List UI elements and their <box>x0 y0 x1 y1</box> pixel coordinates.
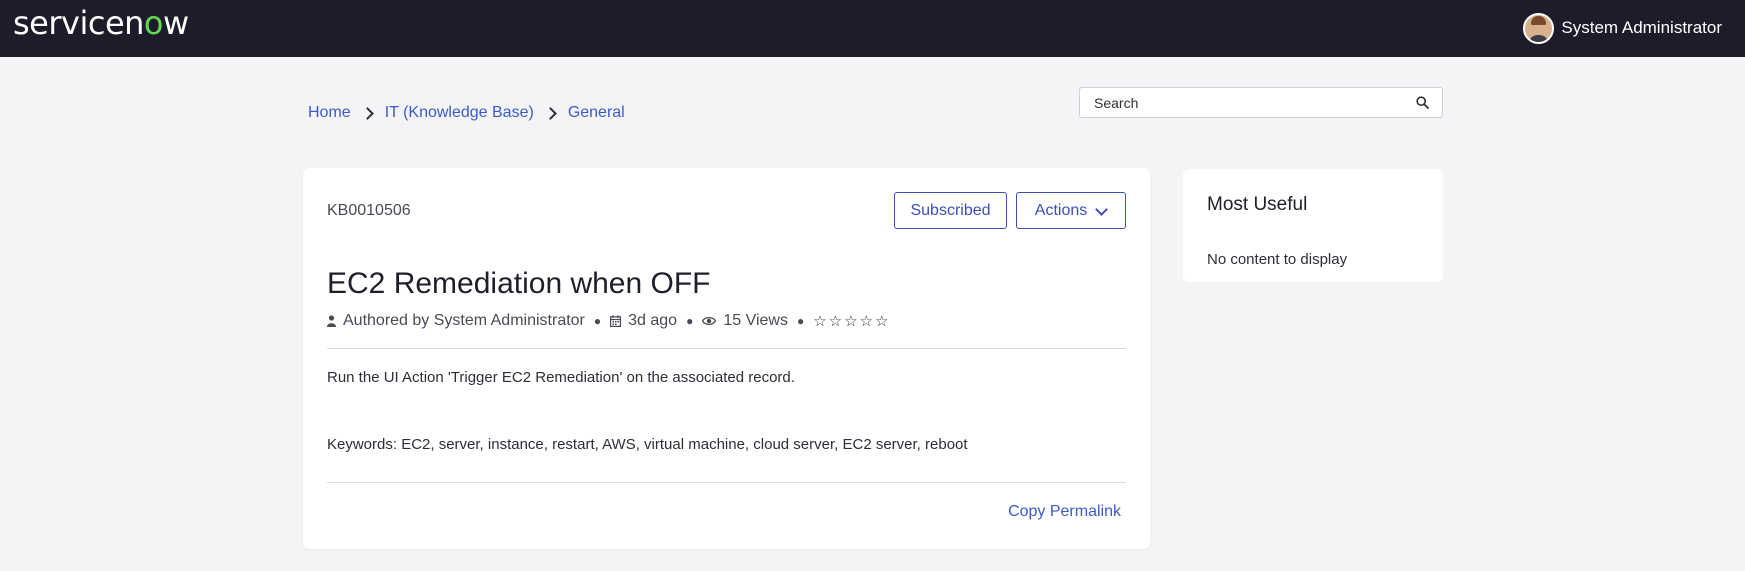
most-useful-panel: Most Useful No content to display <box>1183 169 1443 282</box>
article-age: 3d ago <box>628 312 678 329</box>
chevron-down-icon <box>1095 206 1107 216</box>
chevron-right-icon <box>363 106 373 120</box>
breadcrumb-knowledge-base[interactable]: IT (Knowledge Base) <box>385 104 534 122</box>
breadcrumb: Home IT (Knowledge Base) General <box>308 104 625 122</box>
search-icon[interactable] <box>1416 96 1429 109</box>
breadcrumb-category[interactable]: General <box>568 104 625 122</box>
actions-dropdown-button[interactable]: Actions <box>1016 192 1126 229</box>
article-author: Authored by System Administrator <box>343 312 585 329</box>
actions-button-label: Actions <box>1034 201 1088 219</box>
separator-dot: ● <box>593 314 602 328</box>
article-card: KB0010506 Subscribed Actions EC2 Remedia… <box>303 168 1150 549</box>
article-number: KB0010506 <box>327 202 411 219</box>
user-menu[interactable]: System Administrator <box>1523 12 1722 44</box>
article-meta: Authored by System Administrator ● 3d ag… <box>327 312 890 330</box>
avatar[interactable] <box>1523 12 1555 44</box>
star-rating[interactable]: ☆☆☆☆☆ <box>813 312 890 330</box>
user-icon <box>327 315 336 327</box>
separator-dot: ● <box>686 314 694 328</box>
article-title: EC2 Remediation when OFF <box>327 267 711 300</box>
user-name[interactable]: System Administrator <box>1561 18 1722 38</box>
eye-icon <box>702 316 717 326</box>
article-keywords: Keywords: EC2, server, instance, restart… <box>327 436 968 453</box>
article-body: Run the UI Action 'Trigger EC2 Remediati… <box>327 369 795 386</box>
divider <box>327 482 1126 483</box>
search-input[interactable] <box>1080 88 1400 117</box>
servicenow-logo[interactable]: servicenow <box>13 4 189 42</box>
empty-state-text: No content to display <box>1207 251 1348 268</box>
separator-dot: ● <box>796 314 805 328</box>
calendar-icon <box>610 315 622 327</box>
subscribe-button[interactable]: Subscribed <box>894 192 1007 229</box>
subscribe-button-label: Subscribed <box>910 201 991 219</box>
breadcrumb-home[interactable]: Home <box>308 104 351 122</box>
divider <box>327 348 1126 349</box>
copy-permalink-link[interactable]: Copy Permalink <box>1008 503 1121 521</box>
top-navigation-bar: servicenow System Administrator <box>0 0 1745 57</box>
search-box <box>1079 87 1443 118</box>
article-views: 15 Views <box>723 312 788 329</box>
panel-title: Most Useful <box>1207 194 1308 215</box>
chevron-right-icon <box>546 106 556 120</box>
